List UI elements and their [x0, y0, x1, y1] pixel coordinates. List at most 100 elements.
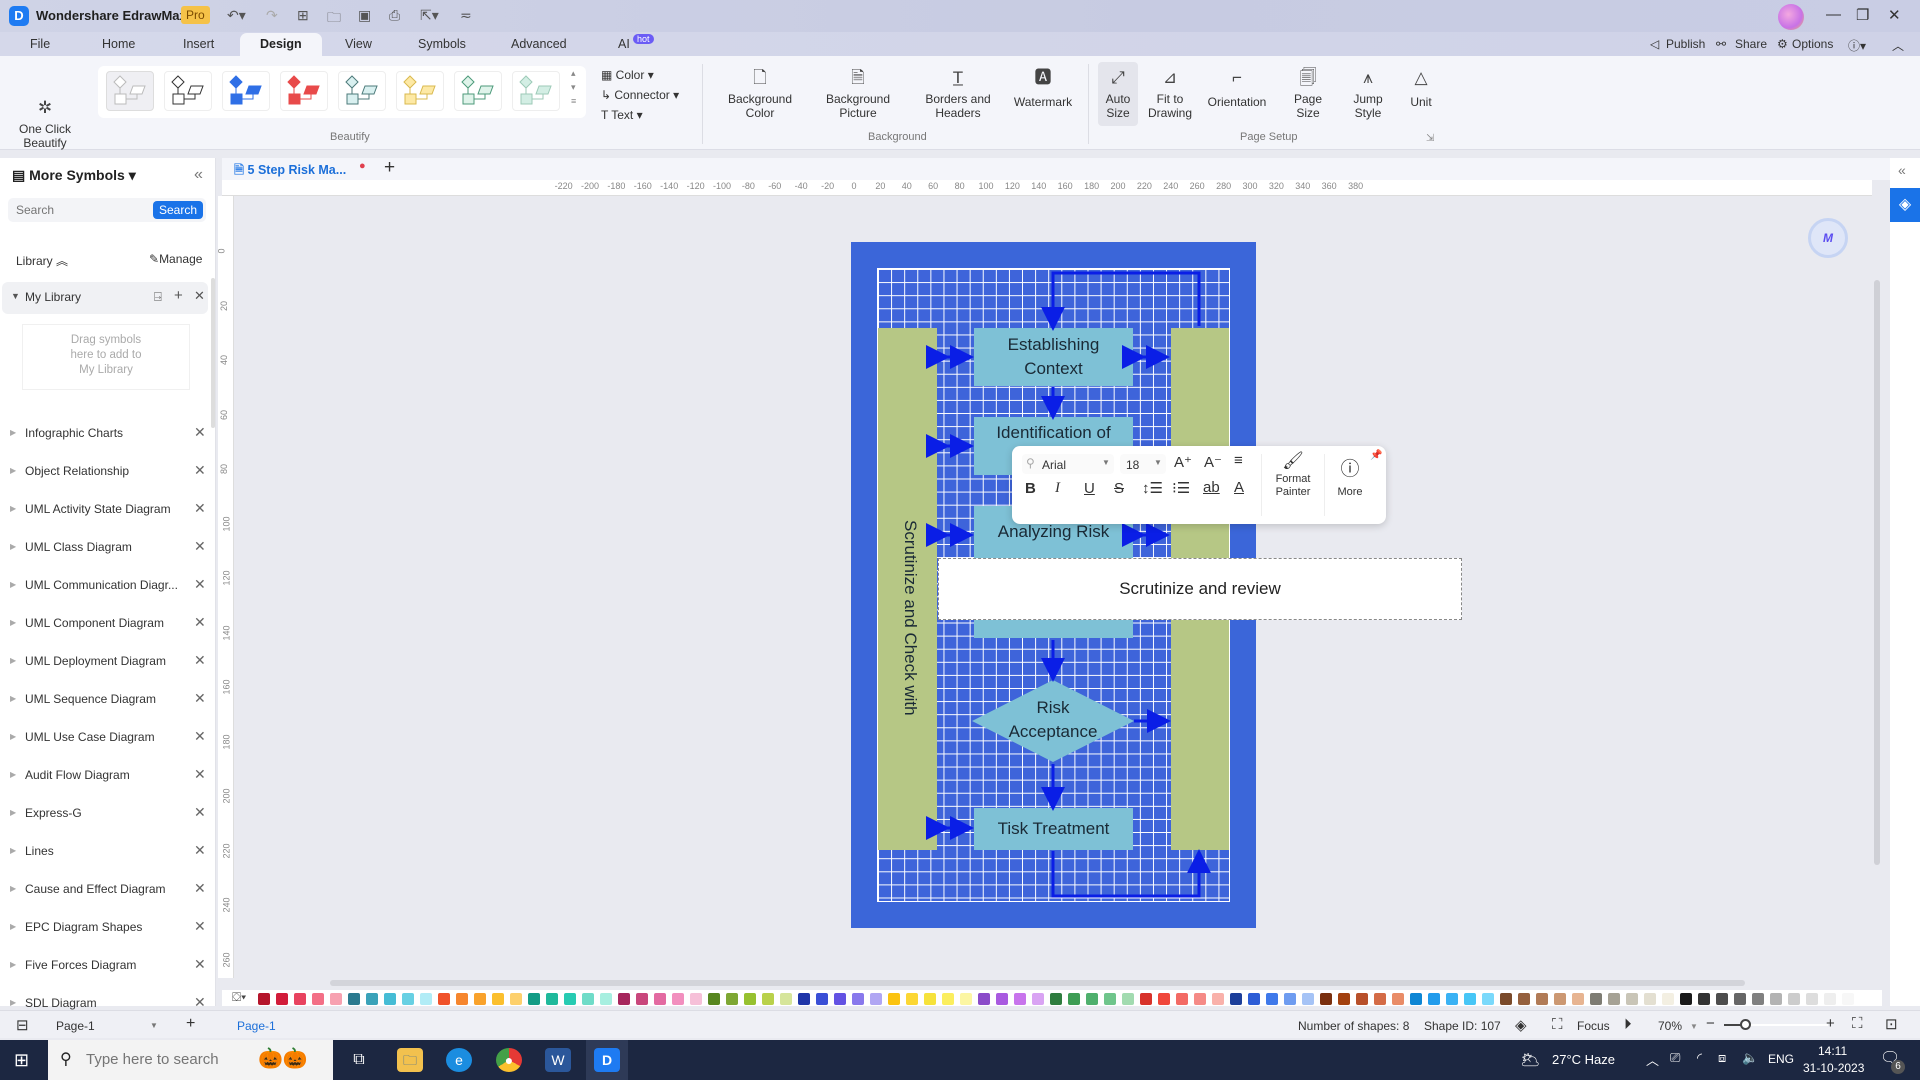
color-swatch[interactable]	[816, 993, 828, 1005]
layers-icon[interactable]: ◈	[1515, 1016, 1527, 1034]
align-icon[interactable]: ≡	[1234, 452, 1243, 469]
add-icon[interactable]: +	[174, 287, 183, 304]
color-swatch[interactable]	[960, 993, 972, 1005]
user-avatar[interactable]	[1778, 4, 1804, 30]
color-swatch[interactable]	[1680, 993, 1692, 1005]
file-explorer-icon[interactable]: 🗀	[397, 1048, 423, 1072]
color-swatch[interactable]	[852, 993, 864, 1005]
color-swatch[interactable]	[1068, 993, 1080, 1005]
color-swatch[interactable]	[1104, 993, 1116, 1005]
color-swatch[interactable]	[1320, 993, 1332, 1005]
focus-icon[interactable]: ⛶	[1552, 1016, 1563, 1033]
tab-symbols[interactable]: Symbols	[418, 37, 466, 51]
color-swatch[interactable]	[1464, 993, 1476, 1005]
customize-quick-access-icon[interactable]: ≂	[460, 7, 472, 24]
color-swatch[interactable]	[690, 993, 702, 1005]
color-swatch[interactable]	[1554, 993, 1566, 1005]
beautify-style-4[interactable]	[280, 71, 328, 111]
pin-icon[interactable]: 📌	[1370, 450, 1382, 461]
beautify-style-3[interactable]	[222, 71, 270, 111]
bold-icon[interactable]: B	[1025, 480, 1036, 497]
pro-badge[interactable]: Pro	[181, 6, 210, 24]
ai-assistant-button[interactable]: M	[1808, 218, 1848, 258]
language-indicator[interactable]: ENG	[1768, 1052, 1794, 1066]
color-swatch[interactable]	[510, 993, 522, 1005]
document-tab[interactable]: 🗎 5 Step Risk Ma...	[234, 161, 346, 182]
color-swatch[interactable]	[1500, 993, 1512, 1005]
more-symbols-dropdown[interactable]: ▤ More Symbols ▾	[12, 167, 136, 184]
borders-headers-button[interactable]: T̲ Borders and Headers	[918, 68, 998, 120]
close-icon[interactable]: ✕	[1888, 6, 1901, 24]
close-library-icon[interactable]: ✕	[194, 956, 206, 973]
color-swatch[interactable]	[834, 993, 846, 1005]
bullet-list-icon[interactable]: ⁝☰	[1172, 479, 1190, 497]
page-size-button[interactable]: 🗐 Page Size	[1288, 68, 1328, 120]
color-swatch[interactable]	[888, 993, 900, 1005]
close-library-icon[interactable]: ✕	[194, 462, 206, 479]
horizontal-scrollbar[interactable]	[330, 980, 1745, 986]
color-swatch[interactable]	[1356, 993, 1368, 1005]
tab-design[interactable]: Design	[240, 33, 322, 56]
style-fill-icon[interactable]: ◈	[1890, 188, 1920, 222]
color-swatch[interactable]	[798, 993, 810, 1005]
close-library-icon[interactable]: ✕	[194, 614, 206, 631]
close-library-icon[interactable]: ✕	[194, 652, 206, 669]
close-library-icon[interactable]: ✕	[194, 576, 206, 593]
color-swatch[interactable]	[924, 993, 936, 1005]
clock-date[interactable]: 31-10-2023	[1803, 1061, 1864, 1075]
color-swatch[interactable]	[1302, 993, 1314, 1005]
color-swatch[interactable]	[492, 993, 504, 1005]
color-swatch[interactable]	[438, 993, 450, 1005]
symbol-search-input[interactable]	[16, 198, 146, 222]
tab-home[interactable]: Home	[102, 37, 135, 51]
zoom-level[interactable]: 70%	[1658, 1019, 1682, 1033]
color-swatch[interactable]	[1716, 993, 1728, 1005]
color-swatch[interactable]	[1212, 993, 1224, 1005]
format-painter-button[interactable]: 🖌 Format Painter	[1268, 452, 1318, 499]
word-icon[interactable]: W	[545, 1048, 571, 1072]
display-icon[interactable]: ⧈	[1718, 1050, 1726, 1066]
color-swatch[interactable]	[1518, 993, 1530, 1005]
beautify-style-1[interactable]	[106, 71, 154, 111]
font-size-select[interactable]: 18 ▼	[1120, 454, 1166, 474]
color-swatch[interactable]	[708, 993, 720, 1005]
color-swatch[interactable]	[906, 993, 918, 1005]
close-library-icon[interactable]: ✕	[194, 690, 206, 707]
manage-button[interactable]: ✎Manage	[149, 252, 202, 266]
color-swatch[interactable]	[312, 993, 324, 1005]
library-item[interactable]: ▶ Five Forces Diagram ✕	[0, 952, 208, 980]
color-swatch[interactable]	[1644, 993, 1656, 1005]
color-swatch[interactable]	[1626, 993, 1638, 1005]
orientation-button[interactable]: ⌐ Orientation	[1204, 68, 1270, 109]
library-item[interactable]: ▶ Cause and Effect Diagram ✕	[0, 876, 208, 904]
print-icon[interactable]: ⎙	[389, 7, 400, 24]
color-swatch[interactable]	[348, 993, 360, 1005]
tab-ai[interactable]: AI	[618, 37, 630, 51]
color-swatch[interactable]	[942, 993, 954, 1005]
close-library-icon[interactable]: ✕	[194, 288, 205, 304]
color-swatch[interactable]	[546, 993, 558, 1005]
fullscreen-icon[interactable]: ⛶	[1852, 1015, 1863, 1032]
color-swatch[interactable]	[762, 993, 774, 1005]
color-swatch[interactable]	[1752, 993, 1764, 1005]
one-click-beautify-button[interactable]: ✲ One Click Beautify	[14, 70, 76, 164]
color-swatch[interactable]	[330, 993, 342, 1005]
beautify-style-8[interactable]	[512, 71, 560, 111]
tab-view[interactable]: View	[345, 37, 372, 51]
color-swatch[interactable]	[564, 993, 576, 1005]
color-swatch[interactable]	[276, 993, 288, 1005]
close-library-icon[interactable]: ✕	[194, 500, 206, 517]
close-library-icon[interactable]: ✕	[194, 918, 206, 935]
color-swatch[interactable]	[1734, 993, 1746, 1005]
line-spacing-icon[interactable]: ↕☰	[1142, 479, 1163, 497]
chevron-down-icon[interactable]: ▼	[1690, 1022, 1698, 1031]
background-picture-button[interactable]: 🗎 Background Picture	[820, 68, 896, 120]
new-tab-button[interactable]: +	[384, 157, 395, 179]
color-swatch[interactable]	[744, 993, 756, 1005]
page-panel-icon[interactable]: ⊟	[16, 1016, 29, 1034]
library-item[interactable]: ▶ Audit Flow Diagram ✕	[0, 762, 208, 790]
color-swatch[interactable]	[1032, 993, 1044, 1005]
color-swatch[interactable]	[1572, 993, 1584, 1005]
close-library-icon[interactable]: ✕	[194, 728, 206, 745]
color-swatch[interactable]	[1770, 993, 1782, 1005]
